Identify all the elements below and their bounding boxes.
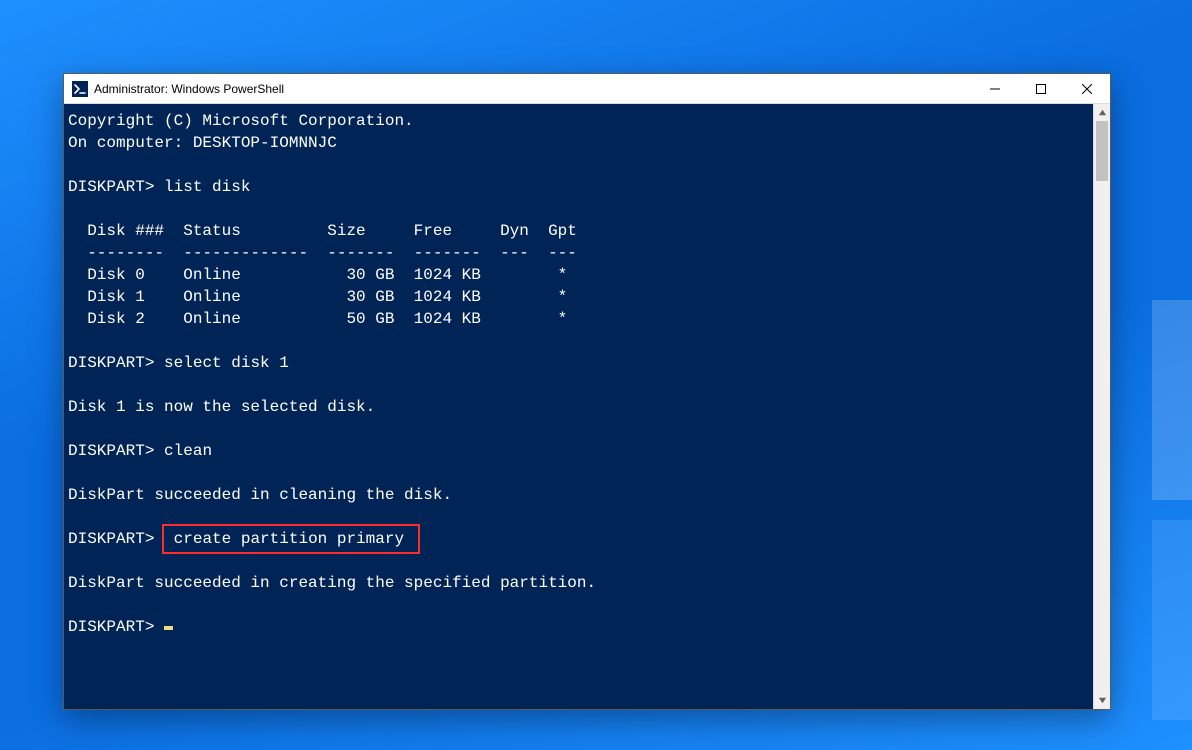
- output-line: Copyright (C) Microsoft Corporation.: [68, 112, 414, 130]
- prompt: DISKPART>: [68, 354, 154, 372]
- prompt: DISKPART>: [68, 442, 154, 460]
- vertical-scrollbar[interactable]: [1093, 104, 1110, 709]
- table-row: Disk 1 Online 30 GB 1024 KB *: [68, 288, 567, 306]
- command: select disk 1: [164, 354, 289, 372]
- prompt-line: DISKPART> create partition primary: [68, 530, 420, 548]
- highlighted-command: create partition primary: [162, 524, 420, 554]
- powershell-icon: [72, 81, 88, 97]
- prompt-line: DISKPART> list disk: [68, 178, 250, 196]
- maximize-button[interactable]: [1018, 74, 1064, 104]
- command: list disk: [164, 178, 250, 196]
- scroll-thumb[interactable]: [1096, 121, 1108, 181]
- minimize-button[interactable]: [972, 74, 1018, 104]
- output-line: On computer: DESKTOP-IOMNNJC: [68, 134, 337, 152]
- table-row: Disk 0 Online 30 GB 1024 KB *: [68, 266, 567, 284]
- client-area: Copyright (C) Microsoft Corporation. On …: [64, 104, 1110, 709]
- prompt: DISKPART>: [68, 178, 154, 196]
- prompt: DISKPART>: [68, 530, 154, 548]
- scroll-up-button[interactable]: [1094, 104, 1111, 121]
- titlebar[interactable]: Administrator: Windows PowerShell: [64, 74, 1110, 104]
- prompt-line: DISKPART> select disk 1: [68, 354, 289, 372]
- table-header: Disk ### Status Size Free Dyn Gpt: [68, 222, 577, 240]
- command: clean: [164, 442, 212, 460]
- scroll-down-button[interactable]: [1094, 692, 1111, 709]
- prompt-line: DISKPART>: [68, 618, 173, 636]
- prompt: DISKPART>: [68, 618, 154, 636]
- output-line: Disk 1 is now the selected disk.: [68, 398, 375, 416]
- table-divider: -------- ------------- ------- ------- -…: [68, 244, 577, 262]
- command: create partition primary: [174, 530, 404, 548]
- prompt-line: DISKPART> clean: [68, 442, 212, 460]
- close-button[interactable]: [1064, 74, 1110, 104]
- window-title: Administrator: Windows PowerShell: [94, 82, 284, 96]
- desktop-background: Administrator: Windows PowerShell Copyri…: [0, 0, 1192, 750]
- cursor: [164, 626, 173, 630]
- table-row: Disk 2 Online 50 GB 1024 KB *: [68, 310, 567, 328]
- terminal-output[interactable]: Copyright (C) Microsoft Corporation. On …: [64, 104, 1093, 709]
- powershell-window: Administrator: Windows PowerShell Copyri…: [63, 73, 1111, 710]
- output-line: DiskPart succeeded in creating the speci…: [68, 574, 596, 592]
- output-line: DiskPart succeeded in cleaning the disk.: [68, 486, 452, 504]
